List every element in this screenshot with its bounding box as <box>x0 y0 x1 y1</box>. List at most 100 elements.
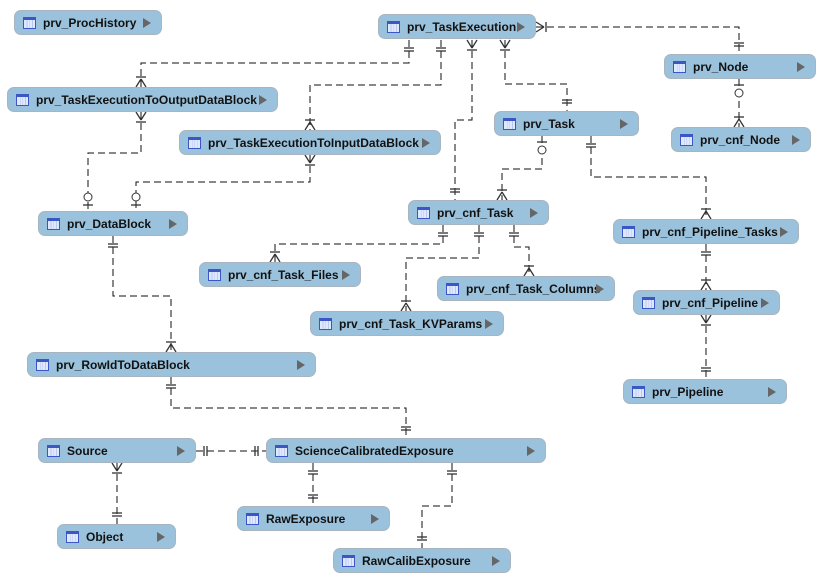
entity-prv-cnf-task-files[interactable]: prv_cnf_Task_Files <box>199 262 361 287</box>
entity-prv-taskexecution[interactable]: prv_TaskExecution <box>378 14 536 39</box>
entity-prv-cnf-task-kvparams[interactable]: prv_cnf_Task_KVParams <box>310 311 504 336</box>
relationship-line <box>135 155 311 211</box>
cardinality-mark <box>111 462 118 472</box>
entity-label: RawExposure <box>266 511 346 526</box>
cardinality-mark <box>274 253 281 263</box>
entity-source[interactable]: Source <box>38 438 196 463</box>
cardinality-mark <box>405 302 412 312</box>
table-icon <box>16 93 29 106</box>
relationship-line <box>274 225 444 262</box>
expand-arrow-icon[interactable] <box>177 446 185 456</box>
expand-arrow-icon[interactable] <box>297 360 305 370</box>
expand-arrow-icon[interactable] <box>143 18 151 28</box>
entity-label: prv_Task <box>523 116 575 131</box>
entity-prv-cnf-task-columns[interactable]: prv_cnf_Task_Columns <box>437 276 615 301</box>
relationship-line <box>140 40 410 87</box>
expand-arrow-icon[interactable] <box>169 219 177 229</box>
relationship-line <box>170 377 407 438</box>
cardinality-mark <box>499 39 506 49</box>
cardinality-mark <box>523 267 530 277</box>
entity-label: prv_ProcHistory <box>43 15 137 30</box>
expand-arrow-icon[interactable] <box>792 135 800 145</box>
entity-label: prv_cnf_Task_KVParams <box>339 316 483 331</box>
relationship-line <box>309 40 442 130</box>
entity-prv-cnf-pipeline[interactable]: prv_cnf_Pipeline <box>633 290 780 315</box>
cardinality-mark <box>83 192 93 202</box>
relationship-line <box>536 26 740 54</box>
cardinality-mark <box>304 154 311 164</box>
expand-arrow-icon[interactable] <box>768 387 776 397</box>
entity-label: prv_DataBlock <box>67 216 152 231</box>
entity-prv-cnf-pipeline-tasks[interactable]: prv_cnf_Pipeline_Tasks <box>613 219 799 244</box>
entity-label: prv_cnf_Task_Files <box>228 267 339 282</box>
entity-prv-taskexecutiontoinputdatablock[interactable]: prv_TaskExecutionToInputDataBlock <box>179 130 441 155</box>
expand-arrow-icon[interactable] <box>596 284 604 294</box>
expand-arrow-icon[interactable] <box>342 270 350 280</box>
entity-label: Source <box>67 443 108 458</box>
expand-arrow-icon[interactable] <box>761 298 769 308</box>
cardinality-mark <box>304 121 311 131</box>
table-icon <box>47 444 60 457</box>
cardinality-mark <box>140 111 147 121</box>
expand-arrow-icon[interactable] <box>492 556 500 566</box>
expand-arrow-icon[interactable] <box>259 95 267 105</box>
entity-rawcalibexposure[interactable]: RawCalibExposure <box>333 548 511 573</box>
cardinality-mark <box>705 314 712 324</box>
entity-label: ScienceCalibratedExposure <box>295 443 454 458</box>
entity-label: Object <box>86 529 124 544</box>
expand-arrow-icon[interactable] <box>371 514 379 524</box>
relationship-line <box>112 236 172 352</box>
entity-prv-prochistory[interactable]: prv_ProcHistory <box>14 10 162 35</box>
entity-prv-pipeline[interactable]: prv_Pipeline <box>623 379 787 404</box>
expand-arrow-icon[interactable] <box>530 208 538 218</box>
cardinality-mark <box>131 192 141 202</box>
entity-label: prv_RowIdToDataBlock <box>56 357 190 372</box>
expand-arrow-icon[interactable] <box>157 532 165 542</box>
cardinality-mark <box>135 111 142 121</box>
expand-arrow-icon[interactable] <box>780 227 788 237</box>
table-icon <box>632 385 645 398</box>
table-icon <box>642 296 655 309</box>
expand-arrow-icon[interactable] <box>527 446 535 456</box>
expand-arrow-icon[interactable] <box>422 138 430 148</box>
cardinality-mark <box>400 302 407 312</box>
entity-sciencecalibratedexposure[interactable]: ScienceCalibratedExposure <box>266 438 546 463</box>
entity-prv-rowidtodatablock[interactable]: prv_RowIdToDataBlock <box>27 352 316 377</box>
cardinality-mark <box>165 343 172 353</box>
expand-arrow-icon[interactable] <box>485 319 493 329</box>
relationship-line <box>501 136 543 200</box>
entity-prv-node[interactable]: prv_Node <box>664 54 816 79</box>
cardinality-mark <box>700 281 707 291</box>
table-icon <box>673 60 686 73</box>
cardinality-mark <box>170 343 177 353</box>
entity-label: prv_cnf_Task_Columns <box>466 281 601 296</box>
table-icon <box>446 282 459 295</box>
entity-label: prv_cnf_Task <box>437 205 514 220</box>
cardinality-mark <box>537 145 547 155</box>
entity-label: prv_Pipeline <box>652 384 724 399</box>
table-icon <box>622 225 635 238</box>
entity-rawexposure[interactable]: RawExposure <box>237 506 390 531</box>
cardinality-mark <box>700 210 707 220</box>
entity-object[interactable]: Object <box>57 524 176 549</box>
entity-label: prv_TaskExecution <box>407 19 517 34</box>
table-icon <box>319 317 332 330</box>
entity-label: prv_cnf_Pipeline_Tasks <box>642 224 778 239</box>
entity-label: prv_cnf_Node <box>700 132 781 147</box>
expand-arrow-icon[interactable] <box>797 62 805 72</box>
entity-prv-datablock[interactable]: prv_DataBlock <box>38 211 188 236</box>
cardinality-mark <box>733 118 740 128</box>
table-icon <box>387 20 400 33</box>
cardinality-mark <box>135 78 142 88</box>
cardinality-mark <box>140 78 147 88</box>
entity-prv-task[interactable]: prv_Task <box>494 111 639 136</box>
entity-prv-cnf-node[interactable]: prv_cnf_Node <box>671 127 811 152</box>
entity-label: prv_TaskExecutionToOutputDataBlock <box>36 92 257 107</box>
entity-prv-taskexecutiontooutputdatablock[interactable]: prv_TaskExecutionToOutputDataBlock <box>7 87 278 112</box>
entity-prv-cnf-task[interactable]: prv_cnf_Task <box>408 200 549 225</box>
table-icon <box>23 16 36 29</box>
table-icon <box>208 268 221 281</box>
table-icon <box>680 133 693 146</box>
expand-arrow-icon[interactable] <box>620 119 628 129</box>
expand-arrow-icon[interactable] <box>517 22 525 32</box>
